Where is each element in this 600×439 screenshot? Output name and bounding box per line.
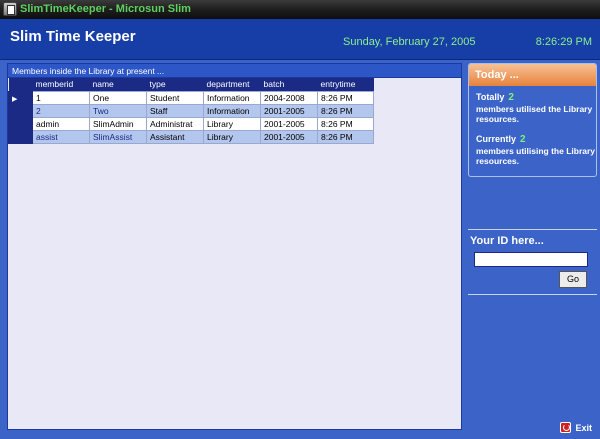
app-name: Slim Time Keeper: [10, 28, 136, 45]
cell-batch[interactable]: 2004-2008: [260, 90, 318, 105]
row-selector-header: [8, 78, 33, 91]
members-panel-heading: Members inside the Library at present ..…: [8, 64, 461, 78]
cell-department[interactable]: Information: [203, 90, 261, 105]
cell-department[interactable]: Information: [203, 103, 261, 118]
member-id-input[interactable]: [474, 252, 588, 267]
totally-count: 2: [508, 92, 514, 103]
cell-memberid[interactable]: assist: [32, 129, 90, 144]
totally-description: members utilised the Library resources.: [476, 104, 593, 124]
cell-name[interactable]: One: [89, 90, 147, 105]
power-icon: [560, 422, 572, 433]
column-header-entrytime[interactable]: entrytime: [317, 78, 374, 91]
cell-entrytime[interactable]: 8:26 PM: [317, 116, 374, 131]
cell-department[interactable]: Library: [203, 116, 261, 131]
cell-batch[interactable]: 2001-2005: [260, 103, 318, 118]
cell-memberid[interactable]: 1: [32, 90, 90, 105]
go-button[interactable]: Go: [559, 271, 587, 288]
totally-label: Totally: [476, 92, 505, 102]
today-heading: Today ...: [469, 64, 596, 86]
cell-memberid[interactable]: 2: [32, 103, 90, 118]
cell-type[interactable]: Staff: [146, 103, 204, 118]
current-time: 8:26:29 PM: [535, 36, 592, 48]
cell-entrytime[interactable]: 8:26 PM: [317, 103, 374, 118]
cell-name[interactable]: SlimAdmin: [89, 116, 147, 131]
cell-name[interactable]: Two: [89, 103, 147, 118]
id-entry-area: Your ID here... Go: [468, 229, 597, 295]
cell-department[interactable]: Library: [203, 129, 261, 144]
column-header-department[interactable]: department: [203, 78, 261, 91]
row-selector[interactable]: ▶: [8, 90, 33, 105]
members-panel: Members inside the Library at present ..…: [7, 63, 462, 430]
cell-entrytime[interactable]: 8:26 PM: [317, 129, 374, 144]
window-titlebar: SlimTimeKeeper - Microsun Slim: [0, 0, 600, 19]
currently-label: Currently: [476, 134, 517, 144]
cell-name[interactable]: SlimAssist: [89, 129, 147, 144]
table-row[interactable]: assist SlimAssist Assistant Library 2001…: [8, 129, 374, 144]
today-summary: Today ... Totally 2 members utilised the …: [468, 63, 597, 177]
cell-entrytime[interactable]: 8:26 PM: [317, 90, 374, 105]
current-date: Sunday, February 27, 2005: [343, 36, 476, 48]
row-selector[interactable]: [8, 116, 33, 131]
table-header-row: memberid name type department batch entr…: [8, 78, 374, 91]
row-selector[interactable]: [8, 103, 33, 118]
members-table: memberid name type department batch entr…: [8, 78, 374, 144]
currently-description: members utilising the Library resources.: [476, 146, 596, 166]
table-row[interactable]: admin SlimAdmin Administrat Library 2001…: [8, 116, 374, 131]
currently-line: Currently 2: [476, 134, 526, 145]
id-label: Your ID here...: [470, 235, 544, 247]
cell-batch[interactable]: 2001-2005: [260, 129, 318, 144]
table-row[interactable]: ▶ 1 One Student Information 2004-2008 8:…: [8, 90, 374, 105]
cell-type[interactable]: Student: [146, 90, 204, 105]
exit-button[interactable]: Exit: [560, 422, 592, 433]
column-header-type[interactable]: type: [146, 78, 204, 91]
currently-count: 2: [520, 134, 526, 145]
current-row-arrow-icon: ▶: [12, 95, 18, 103]
totally-line: Totally 2: [476, 92, 514, 103]
sidebar: Today ... Totally 2 members utilised the …: [466, 63, 597, 430]
app-header: Slim Time Keeper Sunday, February 27, 20…: [0, 19, 600, 60]
window-title: SlimTimeKeeper - Microsun Slim: [20, 3, 191, 15]
main-area: Members inside the Library at present ..…: [0, 60, 600, 439]
column-header-batch[interactable]: batch: [260, 78, 318, 91]
column-header-memberid[interactable]: memberid: [32, 78, 90, 91]
exit-label: Exit: [575, 422, 592, 433]
cell-type[interactable]: Assistant: [146, 129, 204, 144]
app-icon: [3, 2, 17, 16]
table-row[interactable]: 2 Two Staff Information 2001-2005 8:26 P…: [8, 103, 374, 118]
cell-batch[interactable]: 2001-2005: [260, 116, 318, 131]
cell-memberid[interactable]: admin: [32, 116, 90, 131]
row-selector[interactable]: [8, 129, 33, 144]
column-header-name[interactable]: name: [89, 78, 147, 91]
cell-type[interactable]: Administrat: [146, 116, 204, 131]
